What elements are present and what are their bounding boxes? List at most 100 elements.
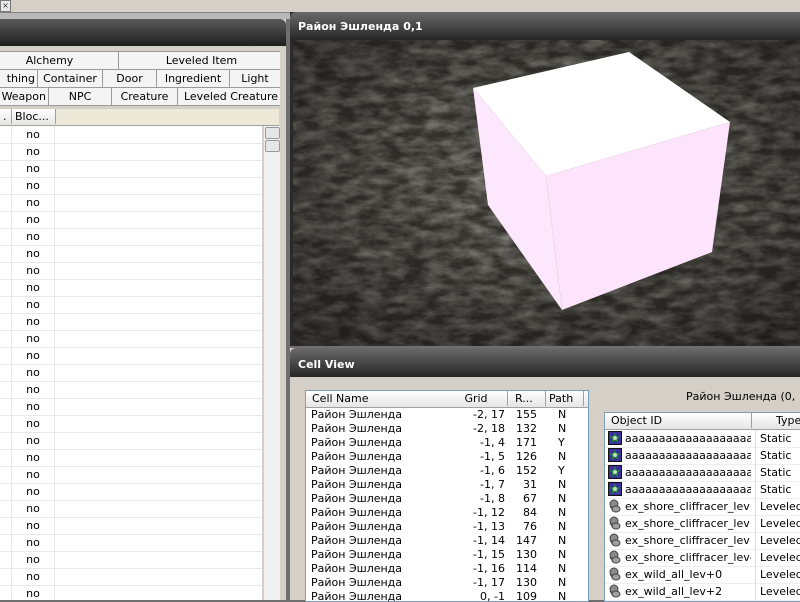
tab-weapon[interactable]: Weapon — [0, 87, 49, 106]
tab-alchemy[interactable]: Alchemy — [0, 51, 119, 70]
table-row[interactable]: no — [0, 364, 262, 382]
table-row[interactable]: no — [0, 177, 262, 195]
cell-row[interactable]: Район Эшленда -1, 13 76 N — [306, 520, 588, 534]
scroll-up-button[interactable] — [265, 127, 280, 139]
table-row[interactable]: no — [0, 262, 262, 280]
tab-container[interactable]: Container — [37, 69, 103, 88]
cell-path: N — [558, 562, 567, 575]
cell-grid: -2, 17 — [473, 408, 505, 421]
table-row[interactable]: no — [0, 398, 262, 416]
reference-row[interactable]: ex_shore_cliffracer_lev+0 Leveled — [605, 515, 800, 533]
render-window-title: Район Эшленда 0,1 — [298, 20, 423, 33]
table-row[interactable]: no — [0, 585, 262, 600]
column-header-id[interactable]: . — [0, 109, 12, 124]
table-row[interactable]: no — [0, 432, 262, 450]
column-header-cell-name[interactable]: Cell Name — [306, 391, 446, 406]
object-window-titlebar[interactable] — [0, 19, 286, 46]
close-icon[interactable]: × — [0, 0, 11, 12]
table-row[interactable]: no — [0, 500, 262, 518]
tab-npc[interactable]: NPC — [48, 87, 112, 106]
cell-blocked: no — [12, 398, 55, 415]
table-row[interactable]: no — [0, 194, 262, 212]
cell-row[interactable]: Район Эшленда 0, -1 109 N — [306, 590, 588, 602]
table-row[interactable]: no — [0, 347, 262, 365]
column-header-refs[interactable]: R... — [509, 391, 546, 406]
render-viewport[interactable] — [293, 40, 800, 346]
cell-row[interactable]: Район Эшленда -1, 8 67 N — [306, 492, 588, 506]
table-row[interactable]: no — [0, 160, 262, 178]
column-header-object-id[interactable]: Object ID — [605, 413, 752, 428]
table-row[interactable]: no — [0, 551, 262, 569]
table-row[interactable]: no — [0, 381, 262, 399]
table-row[interactable]: no — [0, 228, 262, 246]
cell-refs: 109 — [516, 590, 537, 602]
tab-leveled-item[interactable]: Leveled Item — [118, 51, 285, 70]
table-row[interactable]: no — [0, 415, 262, 433]
column-header-path[interactable]: Path — [546, 391, 584, 406]
cell-row[interactable]: Район Эшленда -1, 14 147 N — [306, 534, 588, 548]
reference-row[interactable]: ex_shore_cliffracer_lev+0 Leveled — [605, 532, 800, 550]
table-row[interactable]: no — [0, 143, 262, 161]
reference-row[interactable]: aaaaaaaaaaaaaaaaaaaa... Static — [605, 464, 800, 482]
object-window: Alchemy Leveled Item thing Container Doo… — [0, 19, 286, 600]
cell-row[interactable]: Район Эшленда -1, 5 126 N — [306, 450, 588, 464]
cell-row[interactable]: Район Эшленда -1, 4 171 Y — [306, 436, 588, 450]
cell-name: Район Эшленда — [311, 464, 403, 477]
table-row[interactable]: no — [0, 534, 262, 552]
tab-clothing[interactable]: thing — [0, 69, 38, 88]
cell-refs: 67 — [523, 492, 537, 505]
tab-creature[interactable]: Creature — [111, 87, 178, 106]
object-list-scrollbar[interactable] — [263, 126, 280, 600]
cell-row[interactable]: Район Эшленда -2, 17 155 N — [306, 408, 588, 422]
tab-door[interactable]: Door — [102, 69, 157, 88]
cell-grid: -1, 17 — [473, 576, 505, 589]
cell-row[interactable]: Район Эшленда -1, 12 84 N — [306, 506, 588, 520]
cell-blocked: no — [12, 568, 55, 585]
render-window-titlebar[interactable]: Район Эшленда 0,1 — [290, 12, 800, 40]
table-row[interactable]: no — [0, 517, 262, 535]
table-row[interactable]: no — [0, 330, 262, 348]
column-header-blocked[interactable]: Bloc... — [12, 109, 56, 124]
column-header-grid[interactable]: Grid — [445, 391, 508, 406]
cell-row[interactable]: Район Эшленда -1, 15 130 N — [306, 548, 588, 562]
cell-row[interactable]: Район Эшленда -1, 17 130 N — [306, 576, 588, 590]
cell-blocked: no — [12, 313, 55, 330]
cell-grid: -1, 6 — [480, 464, 505, 477]
reference-object-id: aaaaaaaaaaaaaaaaaaaa... — [625, 466, 751, 479]
table-row[interactable]: no — [0, 296, 262, 314]
scroll-thumb[interactable] — [265, 140, 280, 152]
cell-view-window: Cell View Cell Name Grid R... Path Район… — [290, 348, 800, 602]
reference-row[interactable]: ex_wild_all_lev+0 Leveled — [605, 566, 800, 584]
cell-row[interactable]: Район Эшленда -2, 18 132 N — [306, 422, 588, 436]
cell-row[interactable]: Район Эшленда -1, 7 31 N — [306, 478, 588, 492]
tab-ingredient[interactable]: Ingredient — [156, 69, 230, 88]
reference-row[interactable]: aaaaaaaaaaaaaaaaaaaa... Static — [605, 447, 800, 465]
cell-view-titlebar[interactable]: Cell View — [290, 348, 800, 377]
cell-id — [0, 160, 12, 177]
reference-object-id: ex_shore_cliffracer_lev+0 — [625, 500, 751, 513]
table-row[interactable]: no — [0, 568, 262, 586]
reference-row[interactable]: aaaaaaaaaaaaaaaaaaaa... Static — [605, 481, 800, 499]
tab-light[interactable]: Light — [229, 69, 281, 88]
leveled-creature-icon — [609, 499, 621, 513]
column-header-type[interactable]: Type — [752, 413, 800, 428]
table-row[interactable]: no — [0, 126, 262, 144]
cell-row[interactable]: Район Эшленда -1, 6 152 Y — [306, 464, 588, 478]
table-row[interactable]: no — [0, 466, 262, 484]
tab-leveled-creature[interactable]: Leveled Creature — [177, 87, 285, 106]
cell-blocked: no — [12, 517, 55, 534]
table-row[interactable]: no — [0, 279, 262, 297]
table-row[interactable]: no — [0, 449, 262, 467]
reference-row[interactable]: aaaaaaaaaaaaaaaaaaaa... Static — [605, 430, 800, 448]
table-row[interactable]: no — [0, 211, 262, 229]
cell-row[interactable]: Район Эшленда -1, 16 114 N — [306, 562, 588, 576]
reference-row[interactable]: ex_wild_all_lev+2 Leveled — [605, 583, 800, 601]
table-row[interactable]: no — [0, 313, 262, 331]
cell-blocked: no — [12, 211, 55, 228]
table-row[interactable]: no — [0, 483, 262, 501]
reference-row[interactable]: ex_shore_cliffracer_lev-2 Leveled — [605, 549, 800, 567]
reference-row[interactable]: ex_shore_cliffracer_lev+0 Leveled — [605, 498, 800, 516]
table-row[interactable]: no — [0, 245, 262, 263]
render-window: Район Эшленда 0,1 — [290, 12, 800, 346]
cell-grid: -1, 8 — [480, 492, 505, 505]
